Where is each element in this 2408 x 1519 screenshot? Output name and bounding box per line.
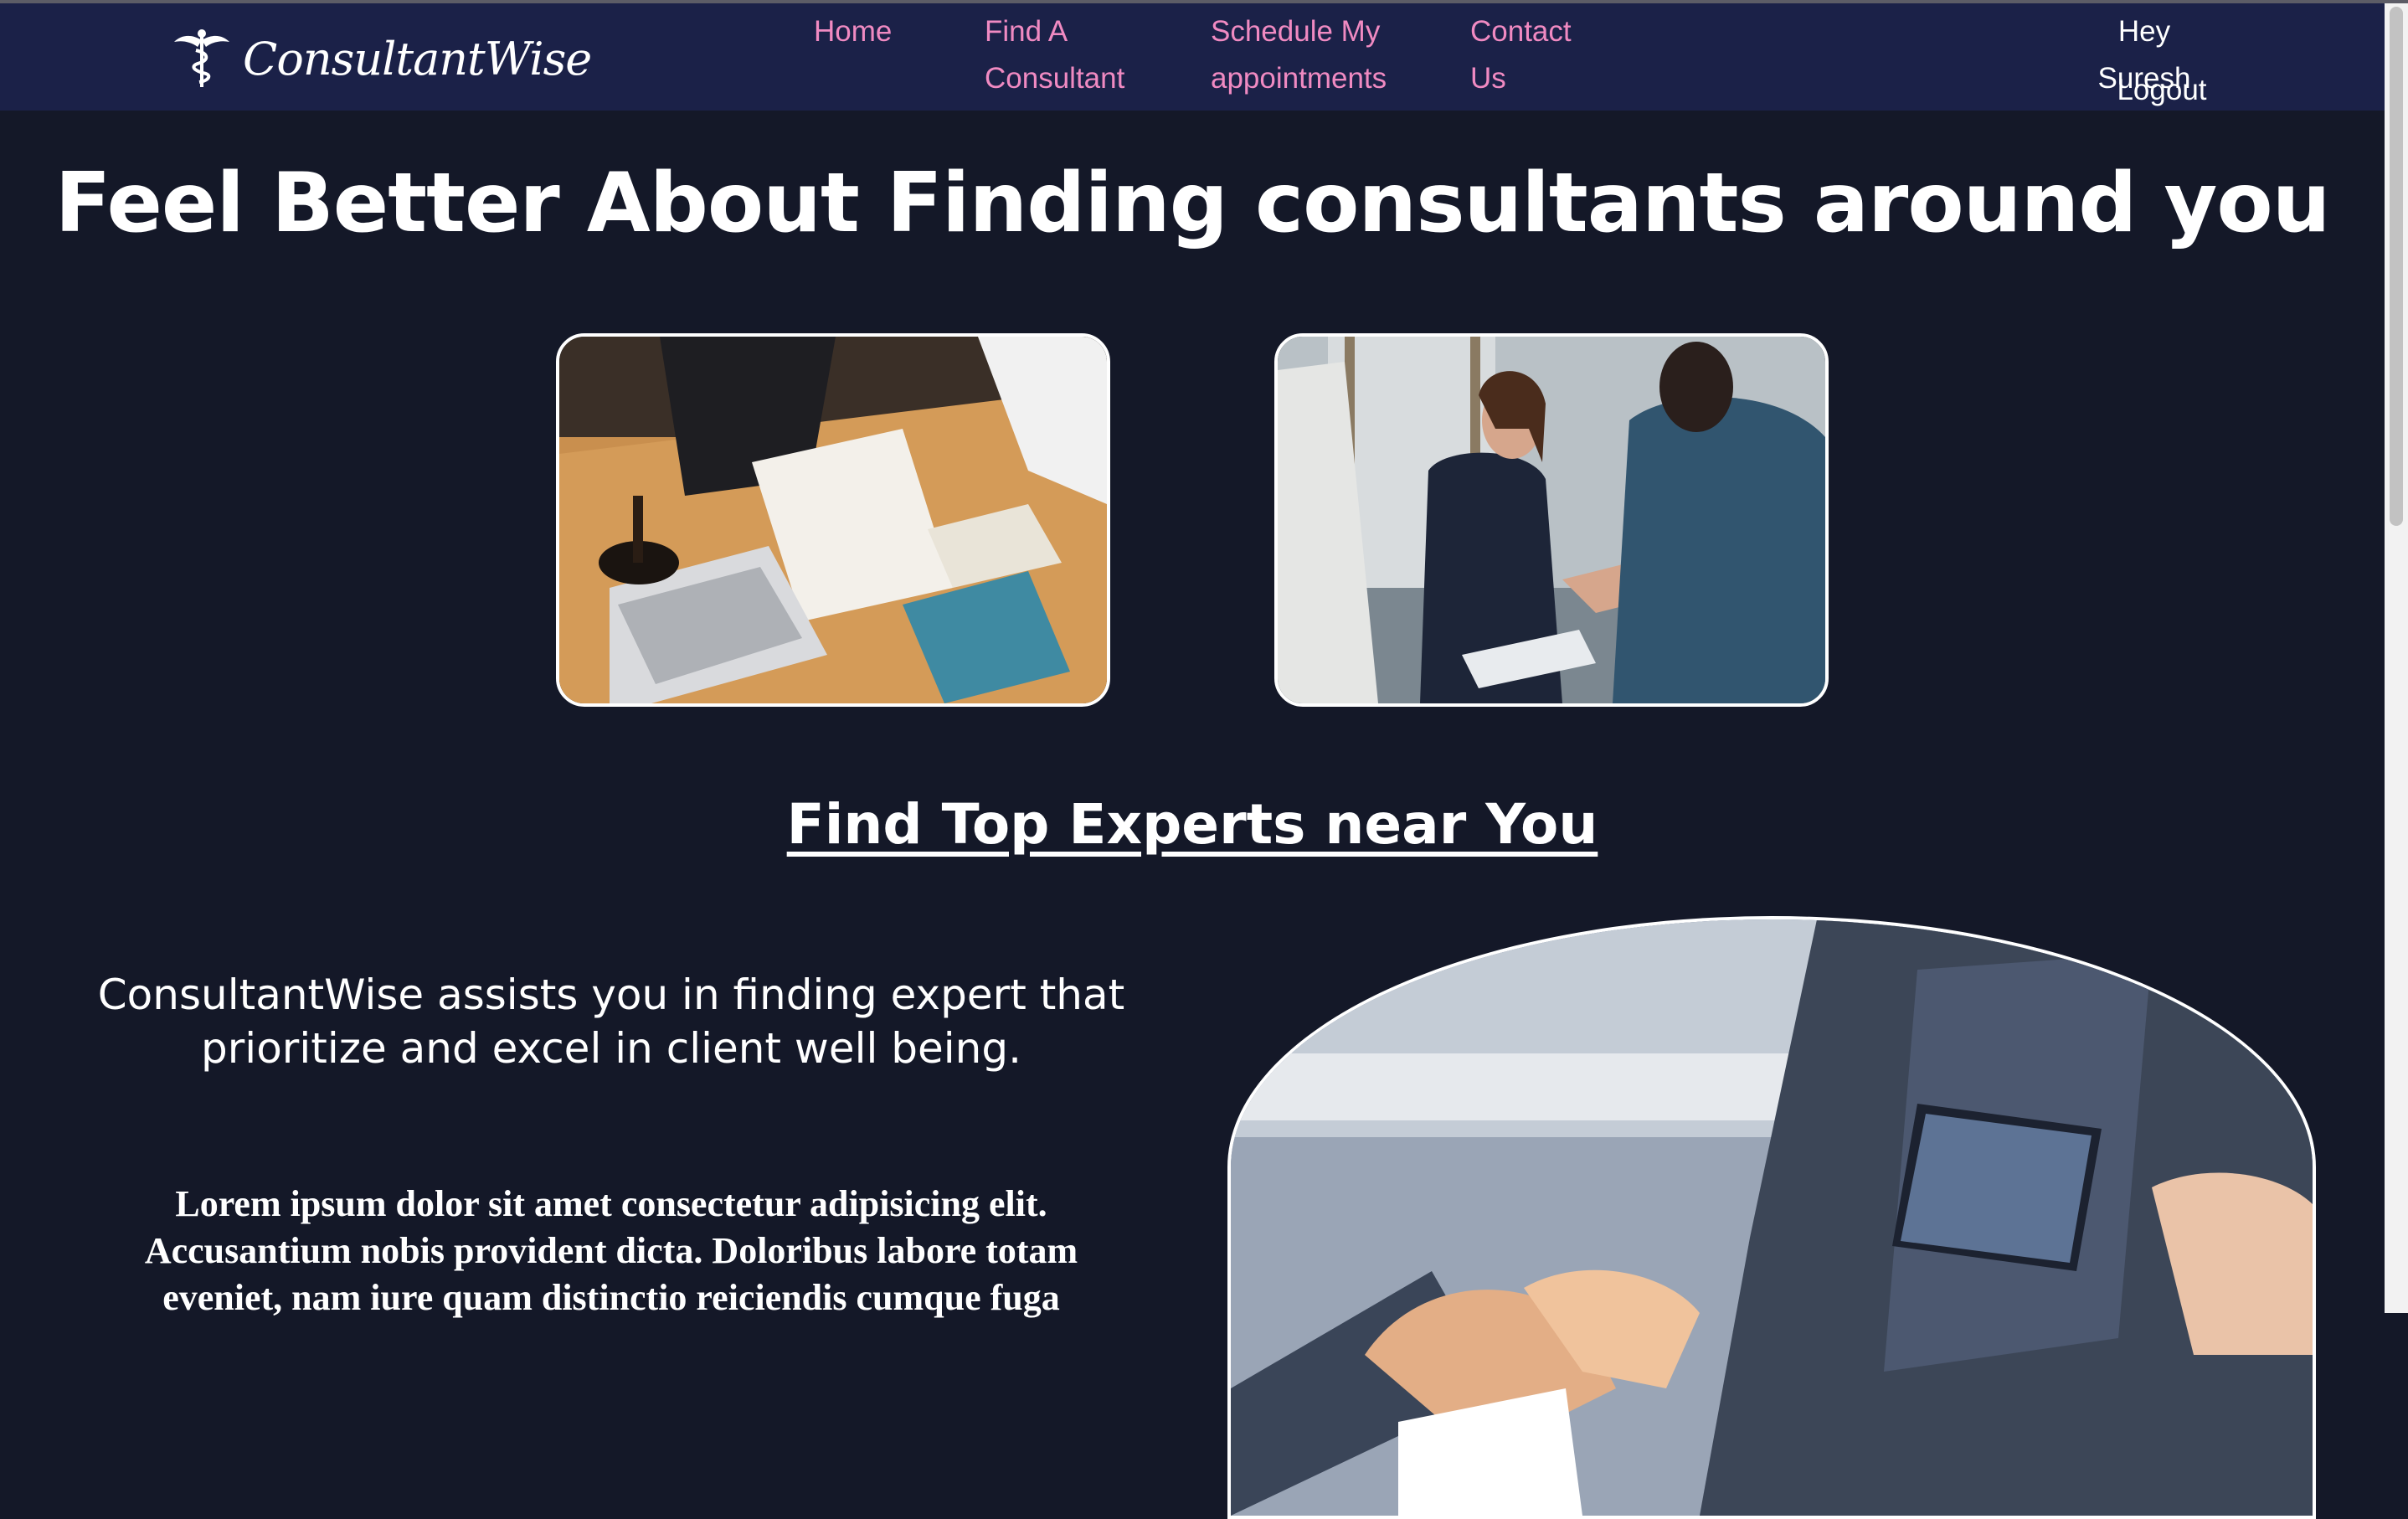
section-title: Find Top Experts near You xyxy=(786,792,1598,857)
about-tagline: ConsultantWise assists you in finding ex… xyxy=(97,971,1125,1073)
nav-contact-link[interactable]: Contact Us xyxy=(1470,8,1604,102)
brand-logo[interactable]: ConsultantWise xyxy=(172,28,592,89)
nav-find-consultant-link[interactable]: Find A Consultant xyxy=(985,8,1152,102)
business-handshake-photo xyxy=(1227,916,2316,1519)
scrollbar-thumb[interactable] xyxy=(2390,7,2403,526)
caduceus-icon xyxy=(174,29,229,87)
navbar: ConsultantWise Home Find A Consultant Sc… xyxy=(0,3,2385,111)
handshake-office-photo xyxy=(1274,333,1829,707)
about-body-text: Lorem ipsum dolor sit amet consectetur a… xyxy=(144,1183,1078,1318)
nav-schedule-link[interactable]: Schedule My appointments xyxy=(1211,8,1403,102)
nav-home-link[interactable]: Home xyxy=(814,8,892,55)
brand-name: ConsultantWise xyxy=(243,32,592,85)
consultation-desk-photo xyxy=(556,333,1110,707)
hero-title: Feel Better About Finding consultants ar… xyxy=(54,156,2330,251)
logout-button[interactable]: Logout xyxy=(2073,67,2251,114)
